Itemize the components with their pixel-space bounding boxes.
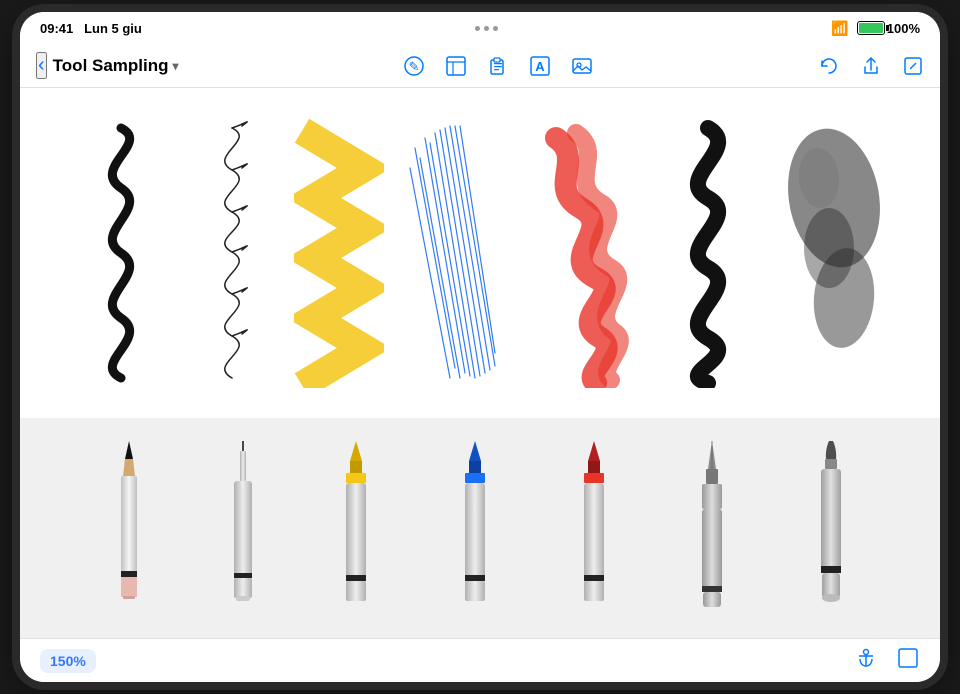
svg-text:A: A [536,59,546,74]
undo-icon[interactable] [818,55,840,77]
drawing-fine-squiggle [192,118,272,388]
battery-label: 100% [887,21,920,36]
toolbar-center: ✎ [403,55,593,77]
back-chevron-icon: ‹ [38,54,45,77]
tool-marker-blue[interactable] [451,441,499,616]
back-button[interactable]: ‹ [36,52,47,79]
edit-icon[interactable] [902,55,924,77]
paste-icon[interactable] [487,55,509,77]
svg-text:✎: ✎ [409,59,420,74]
tools-section [20,418,940,638]
bottom-bar: 150% [20,638,940,682]
wifi-icon: 📶 [831,20,848,37]
tool-marker-yellow[interactable] [332,441,380,616]
drawing-yellow-marker [294,118,384,388]
document-title[interactable]: Tool Sampling ▾ [53,56,179,76]
tool-fountain-pen[interactable] [688,441,736,616]
toolbar-left: ‹ Tool Sampling ▾ [36,52,179,79]
title-text: Tool Sampling [53,56,169,76]
browser-icon[interactable] [445,55,467,77]
date-display: Lun 5 giu [84,21,142,36]
annotate-icon[interactable]: ✎ [403,55,425,77]
tool-marker-red[interactable] [570,441,618,616]
zoom-badge[interactable]: 150% [40,649,96,673]
anchor-icon[interactable] [854,646,878,676]
frame-icon[interactable] [896,646,920,676]
text-icon[interactable]: A [529,55,551,77]
title-chevron-icon: ▾ [173,59,179,73]
photo-icon[interactable] [571,55,593,77]
dot-3 [493,26,498,31]
drawings-section [20,88,940,418]
status-bar: 09:41 Lun 5 giu 📶 100% [20,12,940,44]
share-icon[interactable] [860,55,882,77]
dot-2 [484,26,489,31]
battery-fill [859,23,883,33]
toolbar-right [818,55,924,77]
toolbar: ‹ Tool Sampling ▾ ✎ [20,44,940,88]
drawing-dark-smear [779,118,889,388]
tool-brush[interactable] [807,441,855,616]
tool-fine-pen[interactable] [224,441,262,616]
time-display: 09:41 [40,21,73,36]
drawing-red-hatching [526,118,636,388]
battery-icon [857,21,885,35]
bottom-right-icons [854,646,920,676]
drawing-black-squiggle [71,118,171,388]
status-right: 📶 100% [831,20,920,37]
ipad-frame: 09:41 Lun 5 giu 📶 100% ‹ Tool [20,12,940,682]
status-time: 09:41 Lun 5 giu [40,21,142,36]
battery-container: 100% [857,21,920,36]
tool-pencil[interactable] [105,441,153,616]
drawing-bold-squiggle [658,118,758,388]
canvas-area[interactable] [20,88,940,638]
drawing-blue-hatching [405,118,505,388]
status-dots [475,26,498,31]
dot-1 [475,26,480,31]
